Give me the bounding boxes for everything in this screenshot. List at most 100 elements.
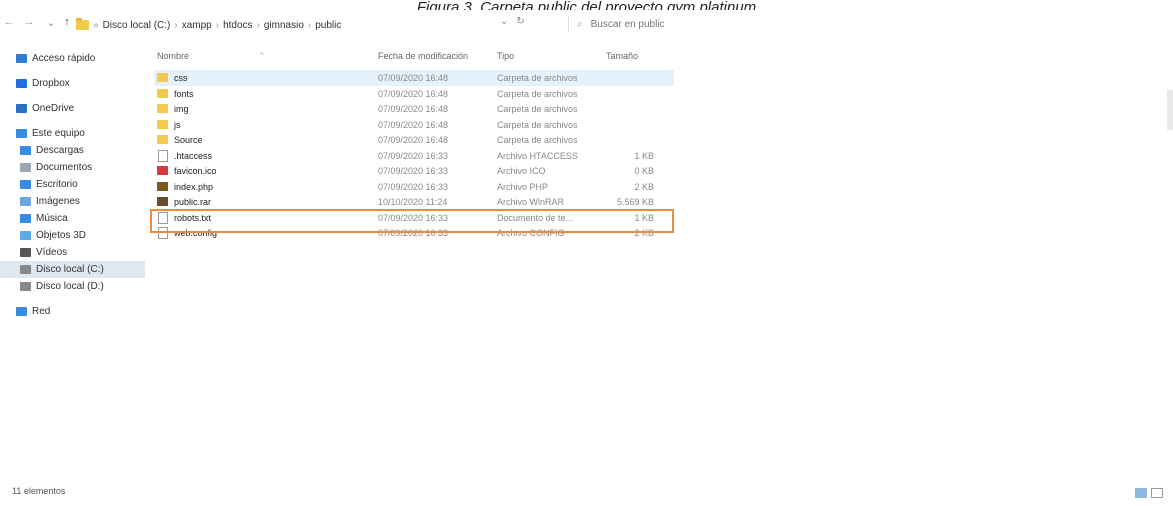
breadcrumb-chevron-icon: ›: [174, 19, 178, 31]
star-icon: [16, 54, 27, 63]
breadcrumb: » Disco local (C:) › xampp › htdocs › gi…: [76, 16, 524, 34]
sidebar-item-2[interactable]: OneDrive: [0, 100, 145, 117]
folder-icon: [157, 104, 168, 113]
sidebar-item-3[interactable]: Este equipo: [0, 125, 145, 142]
file-row[interactable]: js 07/09/2020 16:48 Carpeta de archivos: [154, 117, 674, 133]
sidebar-item-label: Música: [36, 213, 68, 224]
file-date: 07/09/2020 16:48: [378, 135, 449, 145]
search-icon: ⌕: [577, 18, 583, 30]
up-arrow-icon[interactable]: ↑: [60, 16, 74, 28]
sidebar-item-4[interactable]: Descargas: [0, 142, 145, 159]
sidebar-item-label: Este equipo: [32, 128, 85, 139]
file-name: .htaccess: [174, 150, 213, 161]
sidebar-item-10[interactable]: Vídeos: [0, 244, 145, 261]
sidebar-item-label: Red: [32, 306, 51, 317]
network-icon: [16, 307, 27, 316]
column-header-date[interactable]: Fecha de modificación: [378, 51, 468, 61]
file-date: 07/09/2020 16:48: [378, 88, 449, 99]
file-type: Archivo WinRAR: [497, 197, 565, 207]
sidebar-item-label: Disco local (C:): [36, 264, 104, 275]
sidebar-item-12[interactable]: Disco local (D:): [0, 278, 145, 295]
column-header-size[interactable]: Tamaño: [606, 51, 638, 61]
search-input[interactable]: [588, 17, 793, 31]
cloud-icon: [16, 104, 27, 113]
music-icon: [20, 214, 31, 223]
folder-icon: [76, 18, 89, 30]
file-size: 2 KB: [634, 181, 654, 192]
file-name: public.rar: [174, 197, 212, 207]
file-type: Carpeta de archivos: [497, 88, 578, 99]
file-file-icon: [158, 149, 168, 162]
details-view-icon[interactable]: [1135, 488, 1147, 498]
file-name: img: [174, 104, 189, 114]
file-size: 1 KB: [634, 150, 654, 161]
large-icons-view-icon[interactable]: [1151, 488, 1163, 498]
file-row[interactable]: index.php 07/09/2020 16:33 Archivo PHP 2 KB: [154, 179, 674, 195]
sidebar-item-13[interactable]: Red: [0, 303, 145, 320]
file-type: Carpeta de archivos: [497, 104, 578, 114]
file-date: 07/09/2020 16:48: [378, 119, 449, 130]
sidebar-item-label: Imágenes: [36, 196, 80, 207]
breadcrumb-item-gimnasio[interactable]: gimnasio: [264, 20, 304, 31]
highlight-annotation-box: [150, 209, 674, 233]
folder-icon: [157, 119, 168, 129]
column-header-type[interactable]: Tipo: [497, 51, 514, 61]
file-date: 07/09/2020 16:33: [378, 181, 449, 192]
drive-icon: [20, 265, 31, 274]
column-header-name[interactable]: Nombre: [157, 51, 189, 61]
file-name: favicon.ico: [174, 166, 217, 176]
scrollbar[interactable]: [1167, 90, 1173, 130]
desktop-icon: [20, 180, 31, 189]
breadcrumb-item-xampp[interactable]: xampp: [182, 20, 212, 31]
file-type: Archivo HTACCESS: [497, 150, 578, 161]
sidebar-item-11[interactable]: Disco local (C:): [0, 261, 145, 278]
file-row[interactable]: public.rar 10/10/2020 11:24 Archivo WinRAR…: [154, 194, 674, 210]
file-row[interactable]: favicon.ico 07/09/2020 16:33 Archivo ICO 0 …: [154, 163, 674, 179]
breadcrumb-item-htdocs[interactable]: htdocs: [223, 20, 252, 31]
recent-locations-dropdown-icon[interactable]: ⌄: [44, 16, 58, 29]
file-row[interactable]: css 07/09/2020 16:48 Carpeta de archivos: [154, 70, 674, 86]
file-type: Carpeta de archivos: [497, 135, 578, 145]
address-dropdown-icon[interactable]: ⌄: [500, 16, 508, 27]
breadcrumb-item-disco-c[interactable]: Disco local (C:): [103, 20, 171, 31]
sidebar-item-label: Documentos: [36, 162, 93, 173]
file-date: 07/09/2020 16:48: [378, 104, 449, 114]
sidebar-item-7[interactable]: Imágenes: [0, 193, 145, 210]
sidebar-item-label: OneDrive: [32, 103, 75, 114]
navigation-pane: Acceso rápido Dropbox OneDrive Este equipo D…: [0, 50, 145, 320]
breadcrumb-item-public[interactable]: public: [315, 20, 341, 31]
folder-icon: [157, 88, 168, 98]
file-row[interactable]: fonts 07/09/2020 16:48 Carpeta de archivos: [154, 86, 674, 102]
sidebar-item-label: Vídeos: [36, 247, 68, 258]
address-bar: ← → ⌄ ↑ » Disco local (C:) › xampp › htd…: [0, 12, 1173, 38]
file-name: fonts: [174, 88, 194, 99]
view-buttons: [1135, 488, 1163, 498]
file-date: 07/09/2020 16:48: [378, 73, 449, 83]
ico-file-icon: [157, 166, 168, 175]
file-name: index.php: [174, 181, 214, 192]
sidebar-item-5[interactable]: Documentos: [0, 159, 145, 176]
file-row[interactable]: img 07/09/2020 16:48 Carpeta de archivos: [154, 101, 674, 117]
file-type: Carpeta de archivos: [497, 119, 578, 130]
breadcrumb-chevron-icon: ›: [307, 19, 312, 31]
sidebar-item-label: Escritorio: [36, 179, 78, 190]
cube-icon: [20, 231, 31, 240]
sidebar-item-0[interactable]: Acceso rápido: [0, 50, 145, 67]
file-type: Carpeta de archivos: [497, 73, 578, 83]
sidebar-item-1[interactable]: Dropbox: [0, 75, 145, 92]
sidebar-item-label: Objetos 3D: [36, 230, 87, 241]
search-box[interactable]: ⌕: [568, 16, 812, 32]
forward-arrow-icon[interactable]: →: [22, 16, 36, 28]
sidebar-item-8[interactable]: Música: [0, 210, 145, 227]
download-icon: [20, 146, 31, 155]
sidebar-item-9[interactable]: Objetos 3D: [0, 227, 145, 244]
dropbox-icon: [16, 79, 27, 88]
file-date: 07/09/2020 16:33: [378, 150, 449, 161]
file-row[interactable]: Source 07/09/2020 16:48 Carpeta de archivo…: [154, 132, 674, 148]
address-controls: ⌄ ↻: [500, 16, 525, 27]
back-arrow-icon[interactable]: ←: [2, 16, 16, 28]
sidebar-item-6[interactable]: Escritorio: [0, 176, 145, 193]
breadcrumb-chevron-icon: »: [93, 19, 99, 31]
file-row[interactable]: .htaccess 07/09/2020 16:33 Archivo HTACCES…: [154, 148, 674, 164]
refresh-icon[interactable]: ↻: [516, 16, 524, 27]
